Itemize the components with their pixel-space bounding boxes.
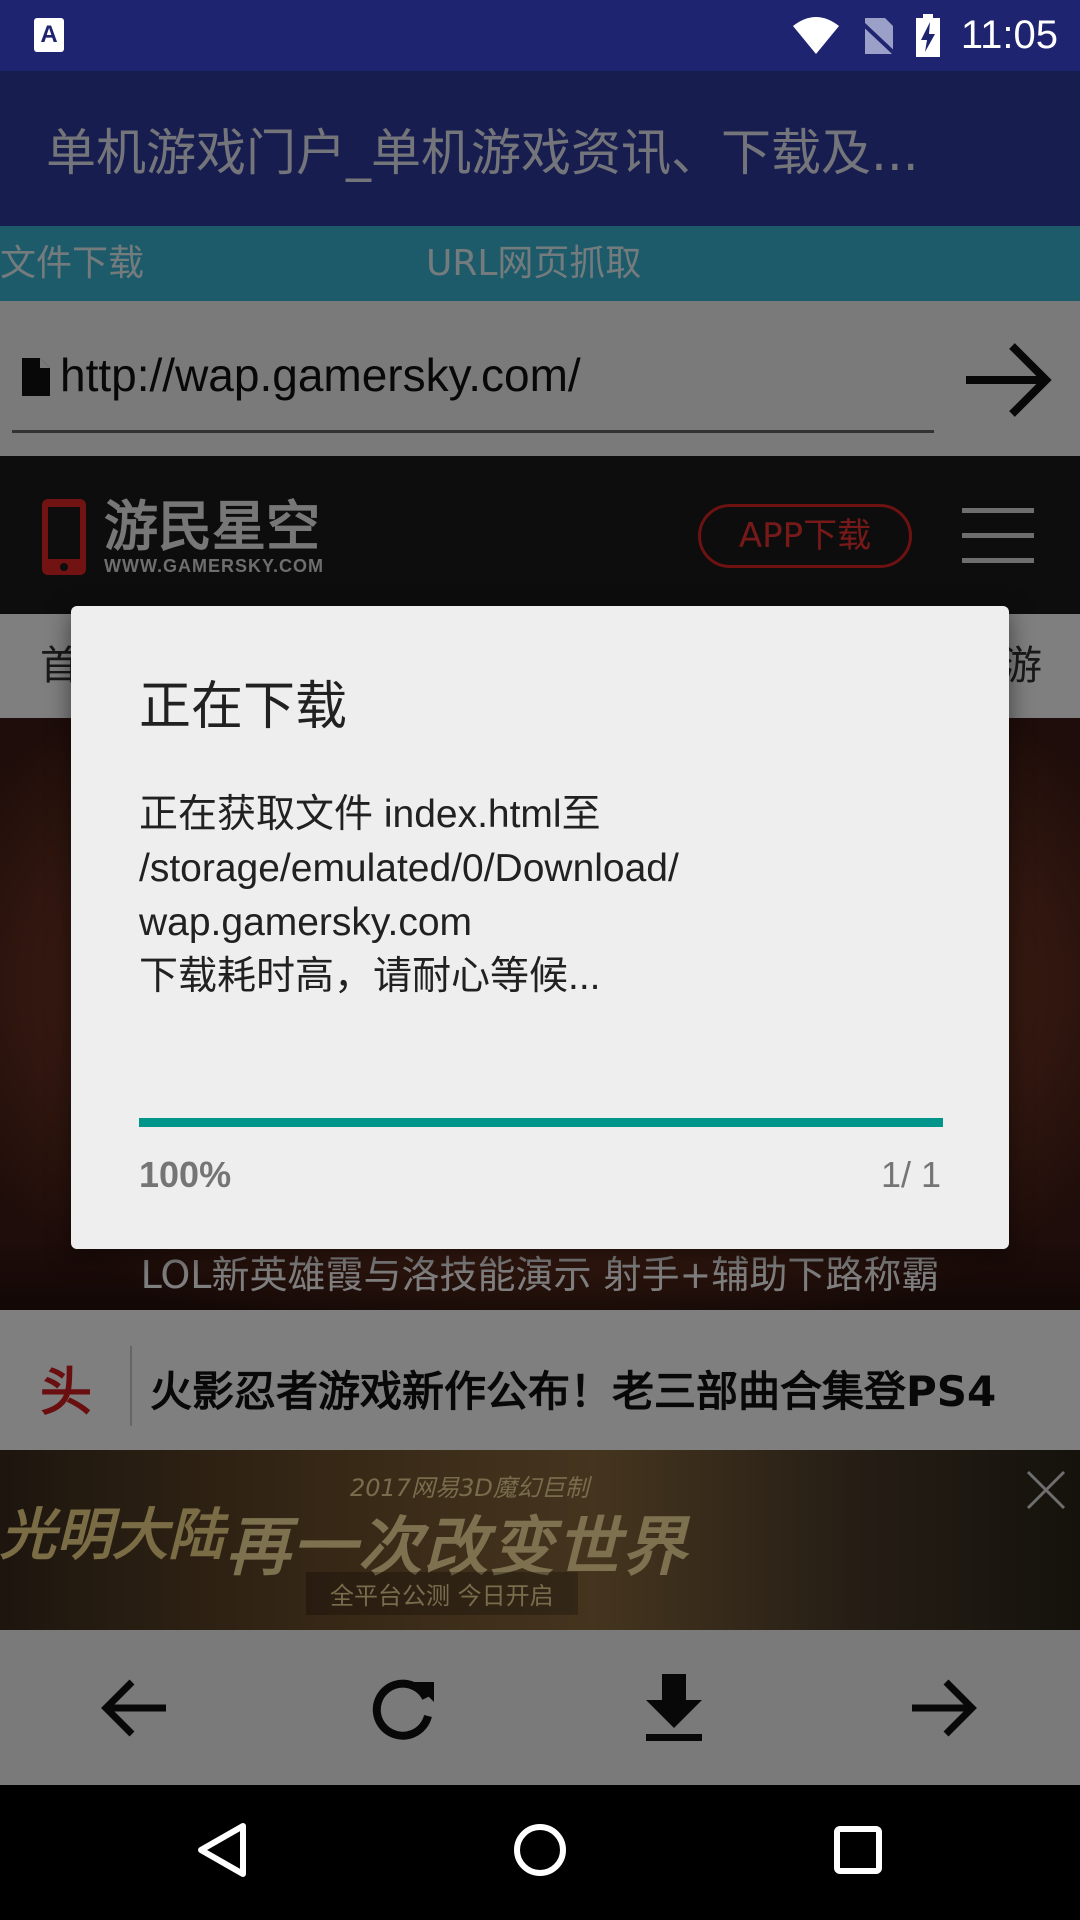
no-sim-icon (860, 17, 895, 55)
dialog-title: 正在下载 (139, 677, 348, 737)
dialog-message-line: 正在获取文件 index.html至 (139, 793, 601, 836)
status-time: 11:05 (960, 13, 1058, 57)
system-home-button[interactable] (490, 1800, 590, 1900)
keyboard-notification-icon: A (34, 18, 64, 52)
system-back-button[interactable] (173, 1800, 273, 1900)
status-icons: 11:05 (791, 0, 1058, 71)
notification-letter: A (40, 21, 58, 48)
download-dialog: 正在下载 正在获取文件 index.html至 /storage/emulate… (71, 606, 1009, 1249)
wifi-icon (792, 16, 839, 54)
battery-charging-icon (915, 13, 940, 57)
home-circle-icon (514, 1824, 566, 1876)
recents-square-icon (834, 1826, 882, 1874)
dialog-message: 正在获取文件 index.html至 /storage/emulated/0/D… (139, 788, 959, 1004)
status-bar: A 11:05 (0, 0, 1080, 71)
dialog-message-line: wap.gamersky.com (139, 901, 473, 944)
system-recents-button[interactable] (808, 1800, 908, 1900)
progress-fill (139, 1118, 943, 1127)
dialog-message-line: /storage/emulated/0/Download/ (139, 847, 679, 890)
progress-percent: 100% (139, 1154, 232, 1195)
dialog-message-line: 下载耗时高，请耐心等候... (139, 955, 601, 998)
progress-bar (139, 1118, 943, 1127)
screen: A 11:05 单机游戏门户_单机游戏资讯、下载及... 文件下载 URL网页抓… (0, 0, 1080, 1920)
progress-count: 1/ 1 (880, 1154, 941, 1195)
back-triangle-icon (198, 1823, 246, 1877)
